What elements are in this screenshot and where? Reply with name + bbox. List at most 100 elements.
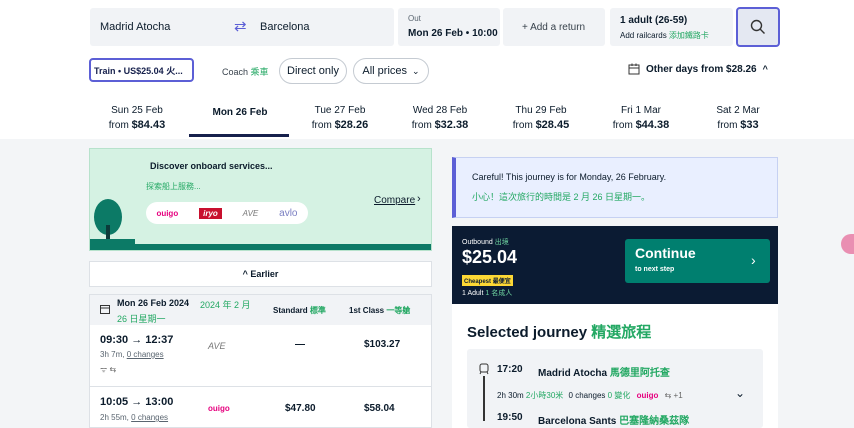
promo-card[interactable]: Discover onboard services... 探索船上服務... o…	[89, 148, 432, 251]
continue-button[interactable]: Continue to next step ›	[625, 239, 770, 283]
row-standard-price[interactable]: —	[295, 339, 305, 350]
timeline-line	[483, 376, 485, 421]
date-price: $28.26	[334, 119, 369, 131]
date-tab-selected[interactable]: Mon 26 Feb	[190, 106, 290, 120]
origin-destination-field[interactable]: Madrid Atocha ⇄ Barcelona	[90, 8, 394, 46]
date-label: Wed 28 Feb	[412, 105, 468, 116]
earlier-button[interactable]: ^ Earlier	[89, 261, 432, 287]
railcards-text: Add railcards 添加鐵路卡	[620, 31, 709, 40]
date-tab[interactable]: Fri 1 Mar from $44.38	[591, 104, 691, 133]
row-first-price[interactable]: $58.04	[364, 403, 395, 414]
date-label: Thu 29 Feb	[515, 105, 567, 116]
row-brand: ouigo	[208, 404, 230, 413]
train-tab-label: Train • US$25.04 火...	[94, 65, 183, 76]
brand-logos: ouigo iryo AVE avlo	[146, 202, 308, 224]
ouigo-logo: ouigo	[156, 208, 179, 218]
date-tab[interactable]: Thu 29 Feb from $28.45	[491, 104, 591, 133]
direct-only-label: Direct only	[287, 65, 339, 77]
col-first: 1st Class 一等艙	[349, 306, 411, 315]
coach-tab[interactable]: Coach 乘車	[222, 65, 269, 78]
train-tab[interactable]: Train • US$25.04 火...	[89, 58, 194, 82]
date-notice: Careful! This journey is for Monday, 26 …	[452, 157, 778, 218]
outbound-date-field[interactable]: Out Mon 26 Feb • 10:00	[398, 8, 500, 46]
search-icon	[750, 19, 765, 34]
date-label: Tue 27 Feb	[314, 105, 366, 116]
continue-sub: to next step	[635, 266, 675, 273]
other-days-toggle[interactable]: Other days from $28.26 ^	[628, 63, 768, 75]
date-price: $28.45	[535, 119, 570, 131]
notice-en: Careful! This journey is for Monday, 26 …	[472, 172, 667, 182]
dep-time: 17:20	[497, 364, 523, 375]
date-tab[interactable]: Sun 25 Feb from $84.43	[87, 104, 187, 133]
iryo-logo: iryo	[199, 207, 222, 219]
outbound-summary: Outbound 出境 $25.04 Cheapest 最便宜 1 Adult …	[452, 226, 778, 304]
from-label: from	[717, 120, 738, 131]
date-tab[interactable]: Sat 2 Mar from $33	[688, 104, 788, 133]
from-label: from	[311, 120, 332, 131]
journey-meta: 2h 30m 2小時30米 0 changes 0 變化 ouigo ⇆ +1	[497, 391, 683, 400]
from-label: from	[411, 120, 432, 131]
date-price: $32.38	[434, 119, 469, 131]
row-meta: 2h 55m, 0 changes	[100, 413, 169, 422]
row-first-price[interactable]: $103.27	[364, 339, 400, 350]
cheapest-badge: Cheapest 最便宜	[462, 275, 513, 286]
out-value: Mon 26 Feb • 10:00	[408, 28, 498, 39]
results-table: Mon 26 Feb 2024 2024 年 2 月 26 日星期一 Stand…	[89, 294, 432, 428]
date-price: $44.38	[635, 119, 670, 131]
chevron-right-icon: ›	[751, 252, 756, 268]
from-label: from	[108, 120, 129, 131]
wifi-icon: ᯤ ⇆	[100, 365, 117, 374]
promo-subtitle: 探索船上服務...	[146, 182, 201, 191]
arr-time: 19:50	[497, 412, 523, 423]
ave-logo: AVE	[242, 208, 259, 218]
date-label: Fri 1 Mar	[621, 105, 661, 116]
row-time: 10:05 → 13:00	[100, 396, 174, 408]
add-return-text: + Add a return	[522, 22, 586, 33]
selected-journey-card: Selected journey 精選旅程 17:20 Madrid Atoch…	[452, 304, 778, 428]
table-row[interactable]: 10:05 → 13:00 2h 55m, 0 changes ouigo $4…	[90, 388, 431, 428]
outbound-price: $25.04	[462, 247, 518, 267]
from-label: from	[512, 120, 533, 131]
table-row[interactable]: 09:30 → 12:37 3h 7m, 0 changes ᯤ ⇆ AVE —…	[90, 325, 431, 387]
passengers-text: 1 adult (26-59)	[620, 15, 688, 26]
row-time: 09:30 → 12:37	[100, 334, 174, 346]
all-prices-label: All prices	[362, 65, 408, 77]
journey-details[interactable]: 17:20 Madrid Atocha 馬德里阿托查 2h 30m 2小時30米…	[467, 349, 763, 428]
search-button[interactable]	[736, 7, 780, 47]
table-date: Mon 26 Feb 2024	[117, 298, 190, 308]
date-price: $33	[740, 119, 759, 131]
date-price: $84.43	[131, 119, 166, 131]
coach-label-zh: 乘車	[250, 67, 269, 77]
col-standard: Standard 標準	[273, 306, 326, 315]
arr-station: Barcelona Sants 巴塞隆納桑茲隊	[538, 416, 690, 427]
tree-illustration	[90, 199, 135, 247]
direct-only-filter[interactable]: Direct only	[279, 58, 347, 84]
calendar-icon	[628, 63, 640, 75]
date-label: Mon 26 Feb	[212, 107, 268, 118]
out-label: Out	[408, 14, 421, 23]
table-date-zh2: 26 日星期一	[117, 314, 166, 324]
chevron-down-icon[interactable]: ⌄	[735, 386, 745, 400]
dep-station: Madrid Atocha 馬德里阿托查	[538, 368, 670, 379]
avlo-logo: avlo	[279, 207, 298, 219]
passengers-field[interactable]: 1 adult (26-59) Add railcards 添加鐵路卡	[610, 8, 733, 46]
compare-link[interactable]: Compare	[374, 195, 415, 206]
translate-widget[interactable]	[841, 234, 854, 254]
calendar-icon	[100, 305, 110, 314]
chevron-up-icon: ^	[242, 269, 248, 279]
adult-count: 1 Adult 1 名成人	[462, 290, 513, 297]
selected-date-underline	[189, 134, 289, 137]
from-label: from	[612, 120, 633, 131]
origin-text: Madrid Atocha	[100, 21, 171, 33]
swap-icon[interactable]: ⇄	[234, 17, 247, 35]
notice-zh: 小心！這次旅行的時間是 2 月 26 日星期一。	[472, 192, 651, 202]
date-tab[interactable]: Tue 27 Feb from $28.26	[290, 104, 390, 133]
row-standard-price[interactable]: $47.80	[285, 403, 316, 414]
chevron-right-icon: ›	[417, 193, 421, 205]
all-prices-filter[interactable]: All prices ⌄	[353, 58, 429, 84]
outbound-label: Outbound 出境	[462, 239, 509, 246]
chevron-up-icon: ^	[762, 64, 768, 74]
row-brand: AVE	[208, 341, 226, 351]
date-tab[interactable]: Wed 28 Feb from $32.38	[390, 104, 490, 133]
add-return-button[interactable]: + Add a return	[503, 8, 605, 46]
